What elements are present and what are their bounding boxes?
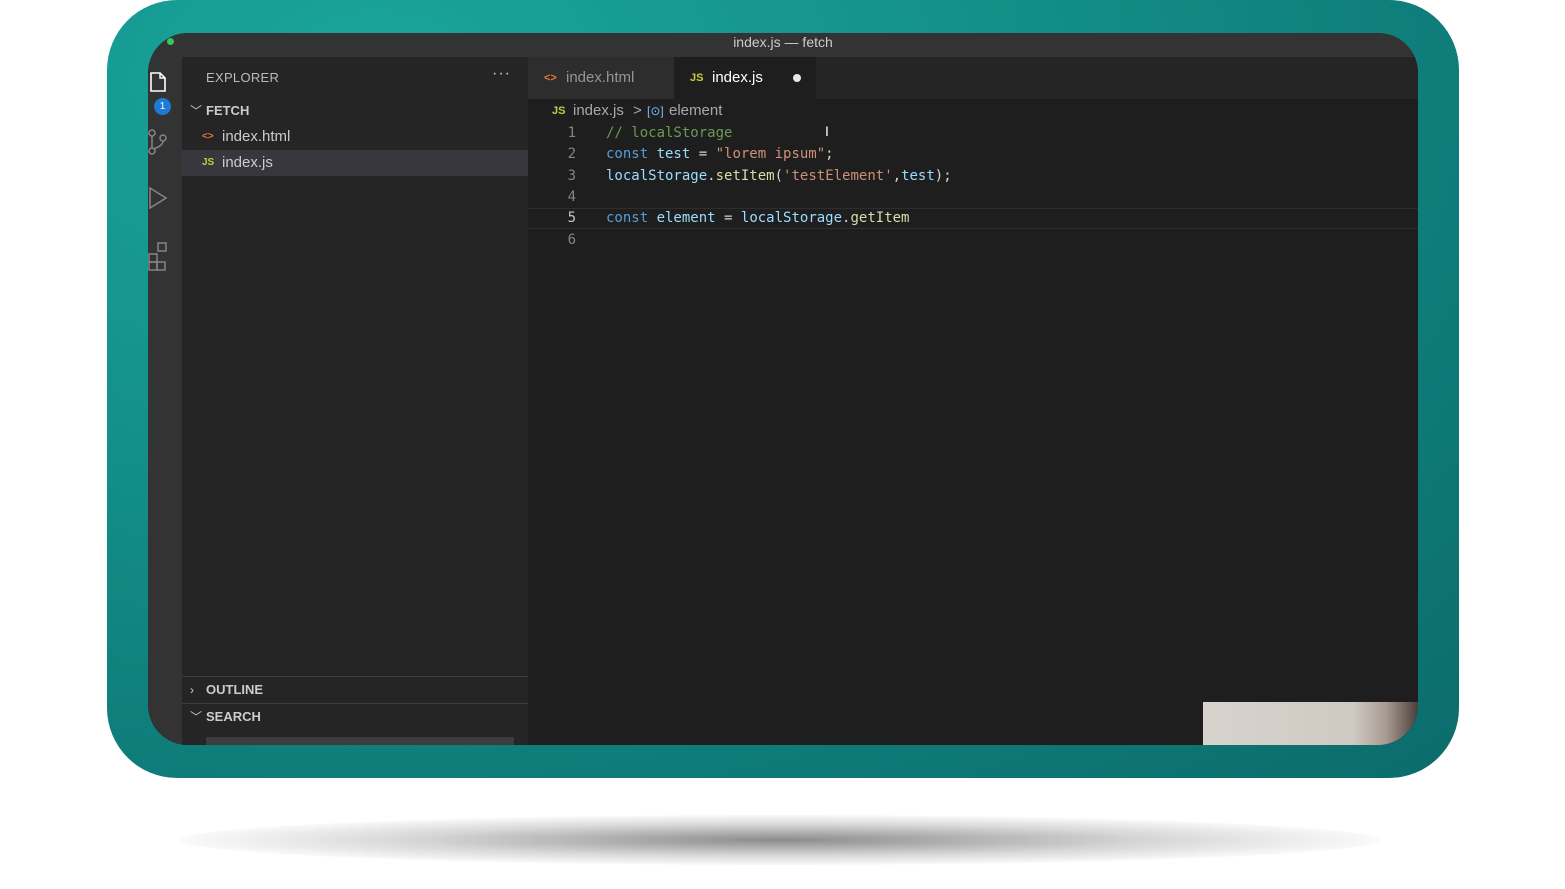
title-bar: index.js — fetch <box>148 33 1418 57</box>
code-line[interactable]: 6 <box>528 230 1418 251</box>
code-token: const <box>606 146 657 163</box>
outline-label: OUTLINE <box>206 682 264 697</box>
text-cursor-icon: I <box>825 123 829 139</box>
code-token: = <box>690 146 716 163</box>
tab-bar: <> index.html JS index.js <box>528 57 1418 99</box>
code-line[interactable]: 3 localStorage.setItem('testElement',test… <box>528 166 1418 187</box>
search-label: SEARCH <box>206 709 261 724</box>
breadcrumb-symbol[interactable]: element <box>669 101 722 121</box>
code-token: 'testElement' <box>783 167 893 184</box>
explorer-badge: 1 <box>154 98 171 115</box>
code-token: setItem <box>715 167 775 184</box>
code-token: . <box>707 167 716 184</box>
file-item-index-js[interactable]: JS index.js <box>182 150 528 176</box>
tab-label: index.js <box>712 69 763 86</box>
code-line[interactable]: 4 <box>528 187 1418 208</box>
explorer-title: EXPLORER <box>206 70 280 85</box>
code-text: const element = localStorage.getItem <box>606 209 910 228</box>
html-file-icon: <> <box>544 72 557 84</box>
vscode-window: index.js — fetch 1 EXPLORER ··· ﹀ FETCH … <box>148 33 1418 745</box>
outline-section[interactable]: › OUTLINE <box>182 677 528 703</box>
js-file-icon: JS <box>552 105 566 117</box>
extensions-icon[interactable] <box>148 241 174 273</box>
webcam-overlay <box>1203 702 1418 745</box>
code-text: // localStorage <box>606 123 732 144</box>
code-token: element <box>656 210 716 227</box>
line-number: 1 <box>567 125 576 141</box>
tab-index-html[interactable]: <> index.html <box>528 57 674 99</box>
more-actions-icon[interactable]: ··· <box>492 65 511 83</box>
code-line[interactable]: 2 const test = "lorem ipsum"; <box>528 144 1418 165</box>
code-token: ( <box>774 167 784 184</box>
code-token: // localStorage <box>606 125 733 141</box>
drop-shadow <box>180 815 1380 865</box>
code-token: localStorage <box>740 210 843 227</box>
chevron-down-icon: ﹀ <box>190 710 203 724</box>
code-token: const <box>606 210 657 227</box>
chevron-down-icon: ﹀ <box>190 104 203 118</box>
line-number: 6 <box>567 231 576 248</box>
tab-index-js[interactable]: JS index.js <box>674 57 816 99</box>
js-file-icon: JS <box>202 157 215 168</box>
file-item-index-html[interactable]: <> index.html <box>182 124 528 150</box>
code-text: localStorage.setItem('testElement',test)… <box>606 166 952 187</box>
folder-section-fetch[interactable]: ﹀ FETCH <box>182 98 528 124</box>
code-line[interactable]: 5 const element = localStorage.getItem <box>528 208 1418 230</box>
tab-label: index.html <box>566 69 635 86</box>
code-token: test <box>656 146 691 163</box>
code-token: = <box>715 210 741 227</box>
js-file-icon: JS <box>690 72 704 84</box>
variable-symbol-icon: [⊙] <box>647 104 664 118</box>
window-title: index.js — fetch <box>733 34 833 50</box>
html-file-icon: <> <box>202 131 214 142</box>
line-number: 4 <box>567 188 576 205</box>
file-name: index.html <box>222 128 291 145</box>
line-number: 2 <box>567 146 576 163</box>
window-maximize-dot[interactable] <box>167 38 174 45</box>
search-input[interactable] <box>206 737 514 745</box>
chevron-right-icon: › <box>190 683 194 697</box>
line-number: 3 <box>567 167 576 184</box>
search-section[interactable]: ﹀ SEARCH <box>182 704 528 730</box>
code-text: const test = "lorem ipsum"; <box>606 144 834 165</box>
code-token: , <box>892 167 902 184</box>
unsaved-dot-icon[interactable] <box>793 74 801 82</box>
code-token: ; <box>825 146 834 163</box>
code-token: test <box>901 167 935 184</box>
code-token: ); <box>934 167 952 184</box>
source-control-icon[interactable] <box>148 127 174 159</box>
breadcrumb-file[interactable]: index.js <box>573 101 624 121</box>
files-icon[interactable]: 1 <box>148 69 174 115</box>
code-token: getItem <box>850 210 910 227</box>
activity-bar: 1 <box>148 57 182 745</box>
line-number: 5 <box>567 210 576 227</box>
run-debug-icon[interactable] <box>148 183 174 215</box>
chevron-right-icon: > <box>633 102 642 119</box>
folder-name: FETCH <box>206 103 250 118</box>
editor-area: <> index.html JS index.js JS index.js > … <box>528 57 1418 745</box>
file-name: index.js <box>222 154 273 171</box>
code-token: localStorage <box>606 167 708 184</box>
code-token: "lorem ipsum" <box>715 146 826 163</box>
code-line[interactable]: 1 // localStorage <box>528 123 1418 144</box>
explorer-sidebar: EXPLORER ··· ﹀ FETCH <> index.html JS in… <box>182 57 528 745</box>
